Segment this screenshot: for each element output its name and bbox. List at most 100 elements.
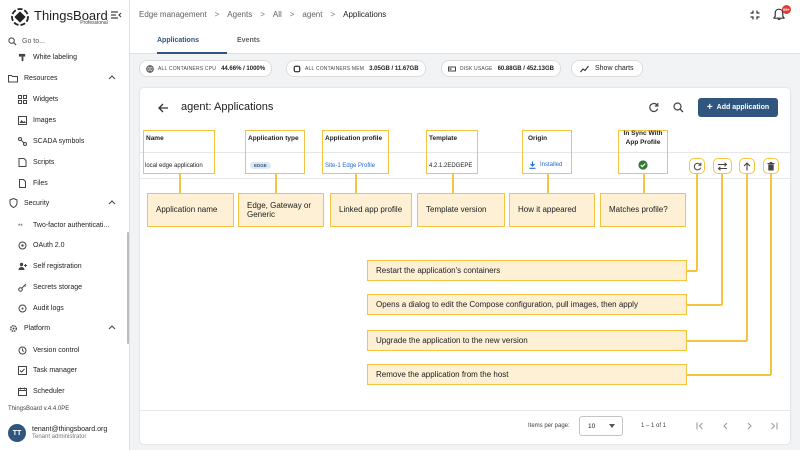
table-row-divider xyxy=(140,178,790,179)
page-size-value: 10 xyxy=(588,422,596,430)
connector-line xyxy=(746,174,748,341)
sidebar-item-label: Secrets storage xyxy=(33,283,83,291)
fullscreen-icon[interactable] xyxy=(750,10,760,20)
sidebar-item-audit-logs[interactable]: Audit logs xyxy=(0,299,126,317)
cpu-stat-value: 44.66% / 1000% xyxy=(221,65,266,72)
tab-applications[interactable]: Applications xyxy=(157,37,199,44)
chevron-right-icon xyxy=(747,422,752,430)
user-menu[interactable]: TT tenant@thingsboard.org Tenant adminis… xyxy=(8,424,107,442)
sidebar-scrollbar[interactable] xyxy=(127,232,129,344)
connector-line xyxy=(179,174,181,193)
edit-compose-button[interactable] xyxy=(713,158,732,174)
cell-origin: Installed xyxy=(529,161,562,169)
origin-label: Installed xyxy=(540,162,563,168)
breadcrumb: Edge management > Agents > All > agent >… xyxy=(139,10,386,19)
disk-stat-chip: DISK USAGE 60.88GB / 452.13GB xyxy=(441,60,561,77)
sidebar-item-files[interactable]: Files xyxy=(0,174,126,192)
connector-line xyxy=(686,270,697,272)
sidebar-item-label: Platform xyxy=(24,324,51,332)
scada-icon xyxy=(17,136,27,146)
page-size-select[interactable]: 10 xyxy=(579,416,623,436)
search-icon[interactable] xyxy=(673,102,684,113)
restart-button[interactable] xyxy=(689,158,705,174)
sidebar-item-scheduler[interactable]: Scheduler xyxy=(0,382,126,400)
breadcrumb-separator: > xyxy=(214,10,220,19)
logo[interactable]: ThingsBoard Professional xyxy=(10,5,108,29)
note-origin: How it appeared xyxy=(509,193,595,227)
history-icon xyxy=(17,345,27,355)
sidebar-item-label: SCADA symbols xyxy=(33,137,85,145)
sidebar-item-security[interactable]: Security xyxy=(0,194,126,212)
connector-line xyxy=(686,374,771,376)
upgrade-button[interactable] xyxy=(739,158,755,174)
next-page-button[interactable] xyxy=(744,420,756,432)
file-icon xyxy=(17,178,27,188)
refresh-icon[interactable] xyxy=(648,102,659,113)
mem-stat-value: 3.05GB / 11.67GB xyxy=(369,65,419,72)
swap-icon xyxy=(717,161,728,171)
sidebar-search-placeholder: Go to... xyxy=(22,38,45,45)
connector-line xyxy=(696,174,698,271)
first-page-button[interactable] xyxy=(694,420,706,432)
sidebar-item-task-manager[interactable]: Task manager xyxy=(0,361,126,379)
first-page-icon xyxy=(696,422,703,430)
restart-icon xyxy=(693,162,701,170)
column-header-type[interactable]: Application type xyxy=(248,135,299,142)
check-circle-icon xyxy=(638,160,648,170)
sidebar-item-oauth[interactable]: OAuth 2.0 xyxy=(0,236,126,254)
column-header-origin[interactable]: Origin xyxy=(528,135,547,142)
column-header-in-sync[interactable]: In Sync With App Profile xyxy=(621,130,665,148)
connector-line xyxy=(643,174,645,193)
disk-stat-value: 60.88GB / 452.13GB xyxy=(497,65,554,72)
sidebar-item-scada-symbols[interactable]: SCADA symbols xyxy=(0,132,126,150)
sidebar-item-scripts[interactable]: Scripts xyxy=(0,153,126,171)
column-header-name[interactable]: Name xyxy=(146,135,164,142)
connector-line xyxy=(770,174,772,375)
previous-page-button[interactable] xyxy=(719,420,731,432)
sidebar-item-widgets[interactable]: Widgets xyxy=(0,90,126,108)
add-application-button[interactable]: + Add application xyxy=(698,98,778,117)
cell-template: 4.2.1.2EDGEPE xyxy=(429,163,473,169)
last-page-button[interactable] xyxy=(768,420,780,432)
sidebar-search[interactable]: Go to... xyxy=(8,37,45,46)
sidebar-item-self-registration[interactable]: Self registration xyxy=(0,257,126,275)
breadcrumb-agent[interactable]: agent xyxy=(302,10,322,19)
sidebar-item-resources[interactable]: Resources xyxy=(0,69,126,87)
chevron-up-icon xyxy=(108,200,116,205)
sidebar-item-label: Self registration xyxy=(33,262,82,270)
sidebar-item-label: Images xyxy=(33,116,56,124)
show-charts-button[interactable]: Show charts xyxy=(571,60,643,77)
cell-name: local edge application xyxy=(145,163,203,169)
sidebar-item-two-factor[interactable]: ** Two-factor authenticati... xyxy=(0,216,126,234)
breadcrumb-agents[interactable]: Agents xyxy=(227,10,252,19)
plus-icon: + xyxy=(706,102,713,113)
connector-line xyxy=(452,174,454,193)
sidebar-item-platform[interactable]: Platform xyxy=(0,319,126,337)
column-header-profile[interactable]: Application profile xyxy=(325,135,382,142)
breadcrumb-edge-management[interactable]: Edge management xyxy=(139,10,207,19)
breadcrumb-all[interactable]: All xyxy=(273,10,282,19)
note-template: Template version xyxy=(417,193,505,227)
sidebar-item-version-control[interactable]: Version control xyxy=(0,341,126,359)
sidebar-item-secrets-storage[interactable]: Secrets storage xyxy=(0,278,126,296)
delete-button[interactable] xyxy=(763,158,779,174)
trash-icon xyxy=(767,161,775,170)
shield-icon xyxy=(8,198,18,208)
key-icon xyxy=(17,282,27,292)
connector-line xyxy=(275,174,277,193)
back-arrow-icon[interactable] xyxy=(158,103,169,113)
tab-events[interactable]: Events xyxy=(237,37,260,44)
cell-profile-link[interactable]: Site-1 Edge Profile xyxy=(325,163,375,169)
menu-collapse-icon[interactable] xyxy=(110,9,122,21)
show-charts-label: Show charts xyxy=(595,65,634,72)
note-in-sync: Matches profile? xyxy=(600,193,686,227)
user-role: Tenant administrator xyxy=(32,433,87,440)
widgets-icon xyxy=(17,94,27,104)
sidebar-item-white-labeling[interactable]: White labeling xyxy=(0,48,126,66)
code-icon xyxy=(17,157,27,167)
sidebar-item-images[interactable]: Images xyxy=(0,111,126,129)
folder-icon xyxy=(8,73,18,83)
chevron-up-icon xyxy=(108,325,116,330)
column-header-template[interactable]: Template xyxy=(429,135,457,142)
schedule-icon xyxy=(17,386,27,396)
